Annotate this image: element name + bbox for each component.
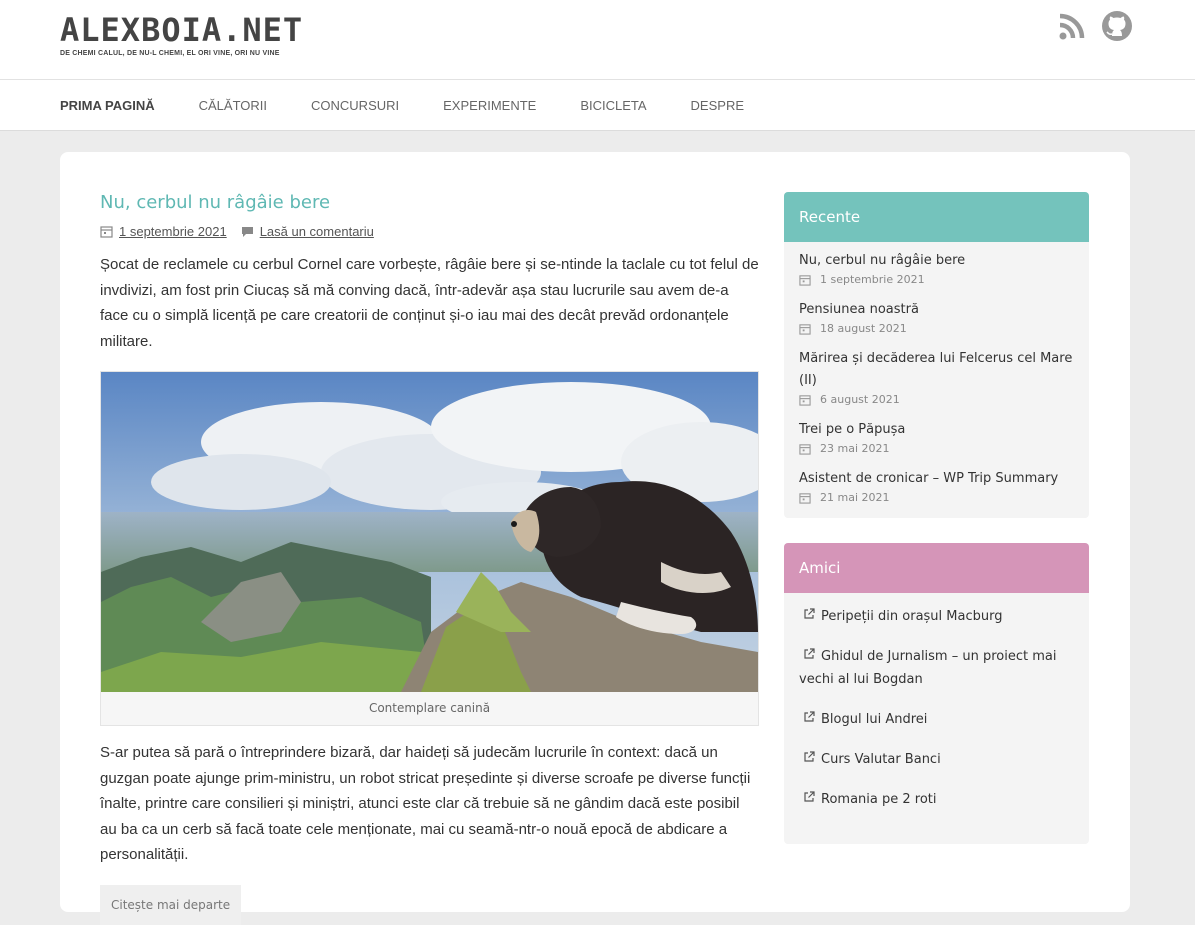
recent-post-link[interactable]: Pensiunea noastră <box>799 299 1074 321</box>
date-text: 21 mai 2021 <box>820 491 890 504</box>
sidebar: Recente Nu, cerbul nu râgâie bere 1 sept… <box>784 192 1089 869</box>
nav-item-prima-pagina[interactable]: PRIMA PAGINĂ <box>60 98 155 113</box>
external-link-icon <box>803 645 815 659</box>
recent-post-date: 21 mai 2021 <box>799 491 1074 504</box>
site-header: ALEXBOIA.NET DE CHEMI CALUL, DE NU-L CHE… <box>0 0 1195 80</box>
calendar-icon <box>799 274 811 286</box>
post-intro: Șocat de reclamele cu cerbul Cornel care… <box>100 256 759 350</box>
external-link-icon <box>803 605 815 619</box>
nav-item-concursuri[interactable]: CONCURSURI <box>311 98 399 113</box>
list-item[interactable]: Romania pe 2 roti <box>799 788 1074 811</box>
recent-post-link[interactable]: Asistent de cronicar – WP Trip Summary <box>799 468 1074 490</box>
list-item: Pensiunea noastră 18 august 2021 <box>799 299 1074 335</box>
calendar-icon <box>100 225 113 238</box>
post-body: S-ar putea să pară o întreprindere bizar… <box>100 744 751 863</box>
recent-posts-list: Nu, cerbul nu râgâie bere 1 septembrie 2… <box>784 242 1089 518</box>
post-title[interactable]: Nu, cerbul nu râgâie bere <box>100 192 759 214</box>
list-item: Trei pe o Păpușa 23 mai 2021 <box>799 419 1074 455</box>
post-article: Nu, cerbul nu râgâie bere 1 septembrie 2… <box>100 192 759 925</box>
date-text: 23 mai 2021 <box>820 442 890 455</box>
nav-item-bicicleta[interactable]: BICICLETA <box>580 98 646 113</box>
image-caption: Contemplare canină <box>368 701 491 715</box>
nav-item-despre[interactable]: DESPRE <box>691 98 744 113</box>
recent-post-link[interactable]: Mărirea și decăderea lui Felcerus cel Ma… <box>799 348 1074 392</box>
calendar-icon <box>799 394 811 406</box>
recent-posts-title: Recente <box>784 192 1089 242</box>
recent-post-date: 18 august 2021 <box>799 322 1074 335</box>
social-links <box>1057 10 1132 42</box>
post-comments-link[interactable]: Lasă un comentariu <box>260 224 374 239</box>
recent-post-date: 1 septembrie 2021 <box>799 273 1074 286</box>
content-container: Nu, cerbul nu râgâie bere 1 septembrie 2… <box>60 152 1130 925</box>
date-text: 18 august 2021 <box>820 322 907 335</box>
list-item: Asistent de cronicar – WP Trip Summary 2… <box>799 468 1074 504</box>
recent-post-date: 6 august 2021 <box>799 393 1074 406</box>
friend-link[interactable]: Ghidul de Jurnalism – un proiect mai vec… <box>799 649 1056 687</box>
comment-icon <box>241 225 254 238</box>
friends-widget: Amici Peripeții din orașul Macburg Ghidu… <box>784 543 1089 844</box>
calendar-icon <box>799 323 811 335</box>
recent-post-link[interactable]: Nu, cerbul nu râgâie bere <box>799 250 1074 272</box>
site-logo[interactable]: ALEXBOIA.NET DE CHEMI CALUL, DE NU-L CHE… <box>60 12 303 57</box>
recent-posts-widget: Recente Nu, cerbul nu râgâie bere 1 sept… <box>784 192 1089 518</box>
list-item: Nu, cerbul nu râgâie bere 1 septembrie 2… <box>799 250 1074 286</box>
friends-title: Amici <box>784 543 1089 593</box>
friend-link[interactable]: Peripeții din orașul Macburg <box>821 609 1002 624</box>
list-item[interactable]: Curs Valutar Banci <box>799 748 1074 771</box>
post-figure: Contemplare canină <box>100 371 759 726</box>
external-link-icon <box>803 708 815 722</box>
main-nav: PRIMA PAGINĂ CĂLĂTORII CONCURSURI EXPERI… <box>0 80 1195 131</box>
post-meta: 1 septembrie 2021 Lasă un comentariu <box>100 224 759 239</box>
post-date-link[interactable]: 1 septembrie 2021 <box>119 224 227 239</box>
friend-link[interactable]: Romania pe 2 roti <box>821 792 937 807</box>
date-text: 1 septembrie 2021 <box>820 273 925 286</box>
rss-icon[interactable] <box>1057 10 1087 42</box>
list-item[interactable]: Peripeții din orașul Macburg <box>799 605 1074 628</box>
external-link-icon <box>803 788 815 802</box>
list-item[interactable]: Blogul lui Andrei <box>799 708 1074 731</box>
date-text: 6 august 2021 <box>820 393 900 406</box>
friend-link[interactable]: Blogul lui Andrei <box>821 712 927 727</box>
site-title[interactable]: ALEXBOIA.NET <box>60 12 303 48</box>
friend-link[interactable]: Curs Valutar Banci <box>821 752 941 767</box>
site-tagline: DE CHEMI CALUL, DE NU-L CHEMI, EL ORI VI… <box>60 50 280 57</box>
external-link-icon <box>803 748 815 762</box>
nav-item-calatorii[interactable]: CĂLĂTORII <box>199 98 267 113</box>
post-image[interactable] <box>101 372 758 692</box>
list-item: Mărirea și decăderea lui Felcerus cel Ma… <box>799 348 1074 406</box>
friends-list: Peripeții din orașul Macburg Ghidul de J… <box>784 593 1089 844</box>
nav-item-experimente[interactable]: EXPERIMENTE <box>443 98 536 113</box>
calendar-icon <box>799 443 811 455</box>
recent-post-link[interactable]: Trei pe o Păpușa <box>799 419 1074 441</box>
recent-post-date: 23 mai 2021 <box>799 442 1074 455</box>
read-more-button[interactable]: Citește mai departe <box>100 884 242 925</box>
list-item[interactable]: Ghidul de Jurnalism – un proiect mai vec… <box>799 645 1074 691</box>
github-icon[interactable] <box>1101 10 1132 42</box>
calendar-icon <box>799 492 811 504</box>
